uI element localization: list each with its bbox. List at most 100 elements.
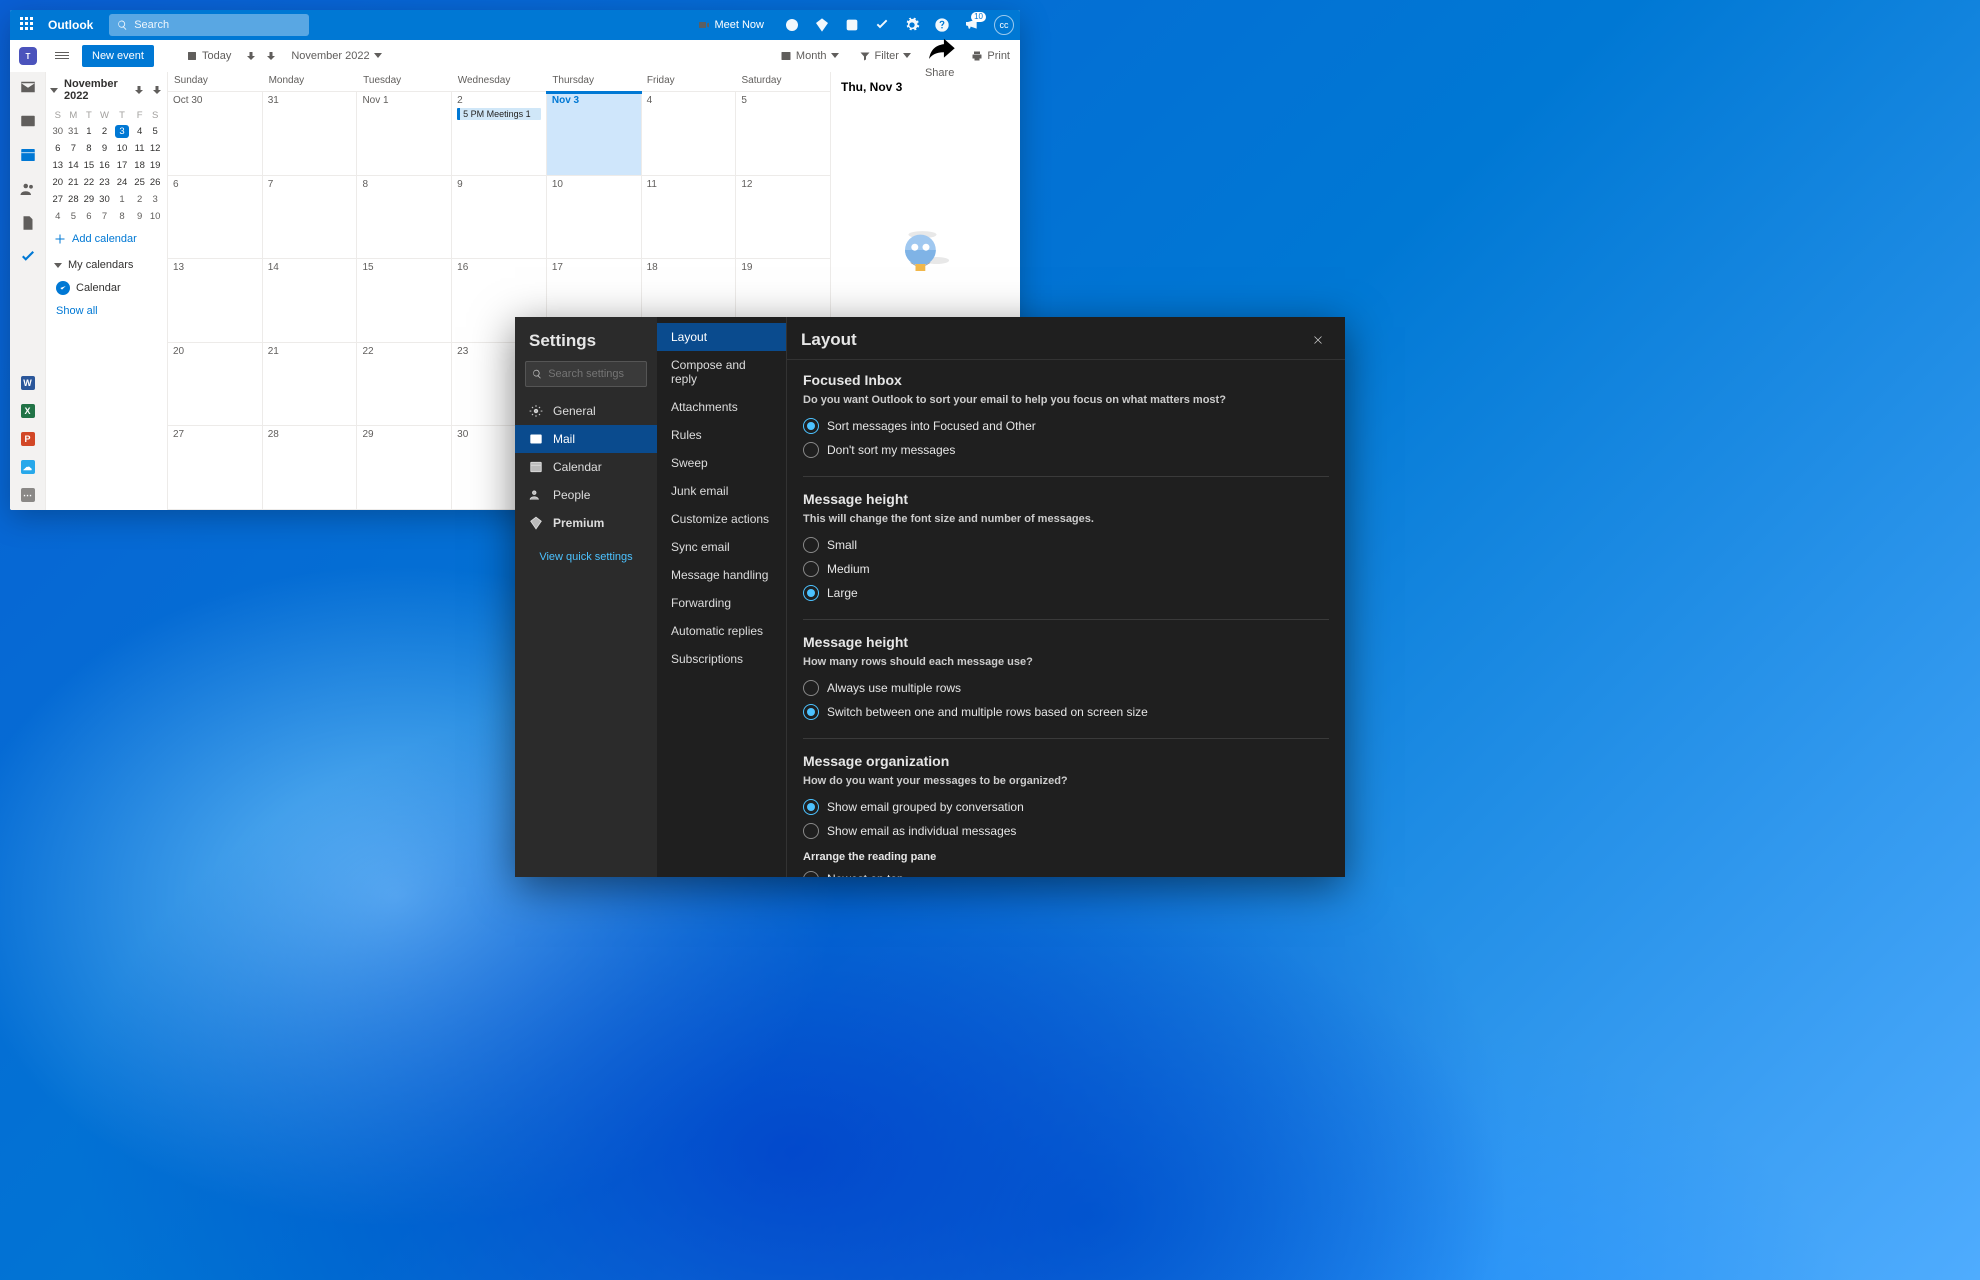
next-arrow-icon[interactable]: [265, 50, 277, 62]
day-cell[interactable]: 27: [168, 426, 263, 509]
mini-day[interactable]: 16: [97, 157, 113, 174]
gear-icon[interactable]: [904, 17, 920, 33]
diamond-icon[interactable]: [814, 17, 830, 33]
mini-day[interactable]: 25: [132, 174, 148, 191]
mini-day[interactable]: 8: [112, 208, 132, 225]
day-cell[interactable]: 31: [263, 92, 358, 175]
mini-day[interactable]: 9: [132, 208, 148, 225]
word-icon[interactable]: W: [21, 376, 35, 390]
settings-item-message-handling[interactable]: Message handling: [657, 561, 786, 589]
mini-next-icon[interactable]: [151, 84, 163, 96]
mini-day[interactable]: 31: [66, 123, 82, 140]
search-input[interactable]: [134, 19, 301, 31]
calendar-checkbox-row[interactable]: Calendar: [50, 277, 163, 299]
settings-search-input[interactable]: [548, 368, 640, 380]
mini-day[interactable]: 18: [132, 157, 148, 174]
help-icon[interactable]: [934, 17, 950, 33]
day-cell[interactable]: 11: [642, 176, 737, 259]
today-button[interactable]: Today: [180, 46, 237, 66]
settings-category-calendar[interactable]: Calendar: [515, 453, 657, 481]
day-cell[interactable]: 28: [263, 426, 358, 509]
mini-day[interactable]: 21: [66, 174, 82, 191]
radio-option[interactable]: Medium: [803, 557, 1329, 581]
settings-search[interactable]: [525, 361, 647, 387]
mini-day[interactable]: 15: [81, 157, 97, 174]
radio-option[interactable]: Always use multiple rows: [803, 676, 1329, 700]
my-calendars-toggle[interactable]: My calendars: [50, 253, 163, 277]
mini-day[interactable]: 7: [97, 208, 113, 225]
skype-icon[interactable]: [784, 17, 800, 33]
mini-day[interactable]: 17: [112, 157, 132, 174]
mini-day[interactable]: 4: [132, 123, 148, 140]
day-cell[interactable]: 10: [547, 176, 642, 259]
day-cell[interactable]: 6: [168, 176, 263, 259]
day-cell[interactable]: 15: [357, 259, 452, 342]
settings-item-sweep[interactable]: Sweep: [657, 449, 786, 477]
mini-day[interactable]: 7: [66, 140, 82, 157]
add-calendar-button[interactable]: Add calendar: [50, 225, 163, 253]
chevron-down-icon[interactable]: [50, 88, 58, 93]
day-cell[interactable]: 4: [642, 92, 737, 175]
filter-button[interactable]: Filter: [853, 46, 917, 66]
mail-rail-icon[interactable]: [19, 78, 37, 96]
day-cell[interactable]: 5: [736, 92, 830, 175]
prev-arrow-icon[interactable]: [245, 50, 257, 62]
settings-item-layout[interactable]: Layout: [657, 323, 786, 351]
day-cell[interactable]: 22: [357, 343, 452, 426]
meet-now-button[interactable]: Meet Now: [692, 15, 770, 35]
files-rail-icon[interactable]: [19, 214, 37, 232]
mini-day[interactable]: 1: [81, 123, 97, 140]
day-cell[interactable]: 12: [736, 176, 830, 259]
settings-item-rules[interactable]: Rules: [657, 421, 786, 449]
view-quick-settings-link[interactable]: View quick settings: [515, 537, 657, 563]
radio-option[interactable]: Show email as individual messages: [803, 819, 1329, 843]
mini-day[interactable]: 3: [112, 123, 132, 140]
todo-rail-icon[interactable]: [19, 248, 37, 266]
mini-day[interactable]: 30: [50, 123, 66, 140]
global-search[interactable]: [109, 14, 309, 36]
mini-day[interactable]: 26: [147, 174, 163, 191]
mini-day[interactable]: 1: [112, 191, 132, 208]
mini-day[interactable]: 19: [147, 157, 163, 174]
radio-option[interactable]: Newest on top: [803, 867, 1329, 877]
mini-day[interactable]: 13: [50, 157, 66, 174]
excel-icon[interactable]: X: [21, 404, 35, 418]
day-cell[interactable]: 8: [357, 176, 452, 259]
day-cell[interactable]: 9: [452, 176, 547, 259]
day-cell[interactable]: 21: [263, 343, 358, 426]
day-cell[interactable]: Nov 3: [547, 92, 642, 175]
month-nav[interactable]: November 2022: [285, 46, 387, 66]
day-cell[interactable]: 13: [168, 259, 263, 342]
more-apps-icon[interactable]: ⋯: [21, 488, 35, 502]
mini-day[interactable]: 10: [112, 140, 132, 157]
powerpoint-icon[interactable]: P: [21, 432, 35, 446]
view-select[interactable]: Month: [774, 46, 845, 66]
show-all-link[interactable]: Show all: [50, 299, 163, 323]
settings-item-forwarding[interactable]: Forwarding: [657, 589, 786, 617]
mini-day[interactable]: 22: [81, 174, 97, 191]
day-cell[interactable]: 25 PM Meetings 1: [452, 92, 547, 175]
mini-day[interactable]: 2: [132, 191, 148, 208]
mini-day[interactable]: 11: [132, 140, 148, 157]
mini-calendar[interactable]: SMTWTFS 30311234567891011121314151617181…: [50, 108, 163, 225]
day-cell[interactable]: 14: [263, 259, 358, 342]
mini-day[interactable]: 2: [97, 123, 113, 140]
people-rail-icon[interactable]: [19, 180, 37, 198]
mini-day[interactable]: 3: [147, 191, 163, 208]
radio-option[interactable]: Switch between one and multiple rows bas…: [803, 700, 1329, 724]
mini-day[interactable]: 28: [66, 191, 82, 208]
mini-day[interactable]: 5: [66, 208, 82, 225]
teams-rail-icon[interactable]: T: [19, 47, 37, 65]
radio-option[interactable]: Show email grouped by conversation: [803, 795, 1329, 819]
mini-day[interactable]: 27: [50, 191, 66, 208]
settings-item-sync-email[interactable]: Sync email: [657, 533, 786, 561]
mini-day[interactable]: 12: [147, 140, 163, 157]
day-cell[interactable]: Oct 30: [168, 92, 263, 175]
mini-day[interactable]: 29: [81, 191, 97, 208]
todo-icon[interactable]: [874, 17, 890, 33]
mini-day[interactable]: 23: [97, 174, 113, 191]
radio-option[interactable]: Don't sort my messages: [803, 438, 1329, 462]
day-cell[interactable]: 20: [168, 343, 263, 426]
day-cell[interactable]: 29: [357, 426, 452, 509]
settings-item-attachments[interactable]: Attachments: [657, 393, 786, 421]
